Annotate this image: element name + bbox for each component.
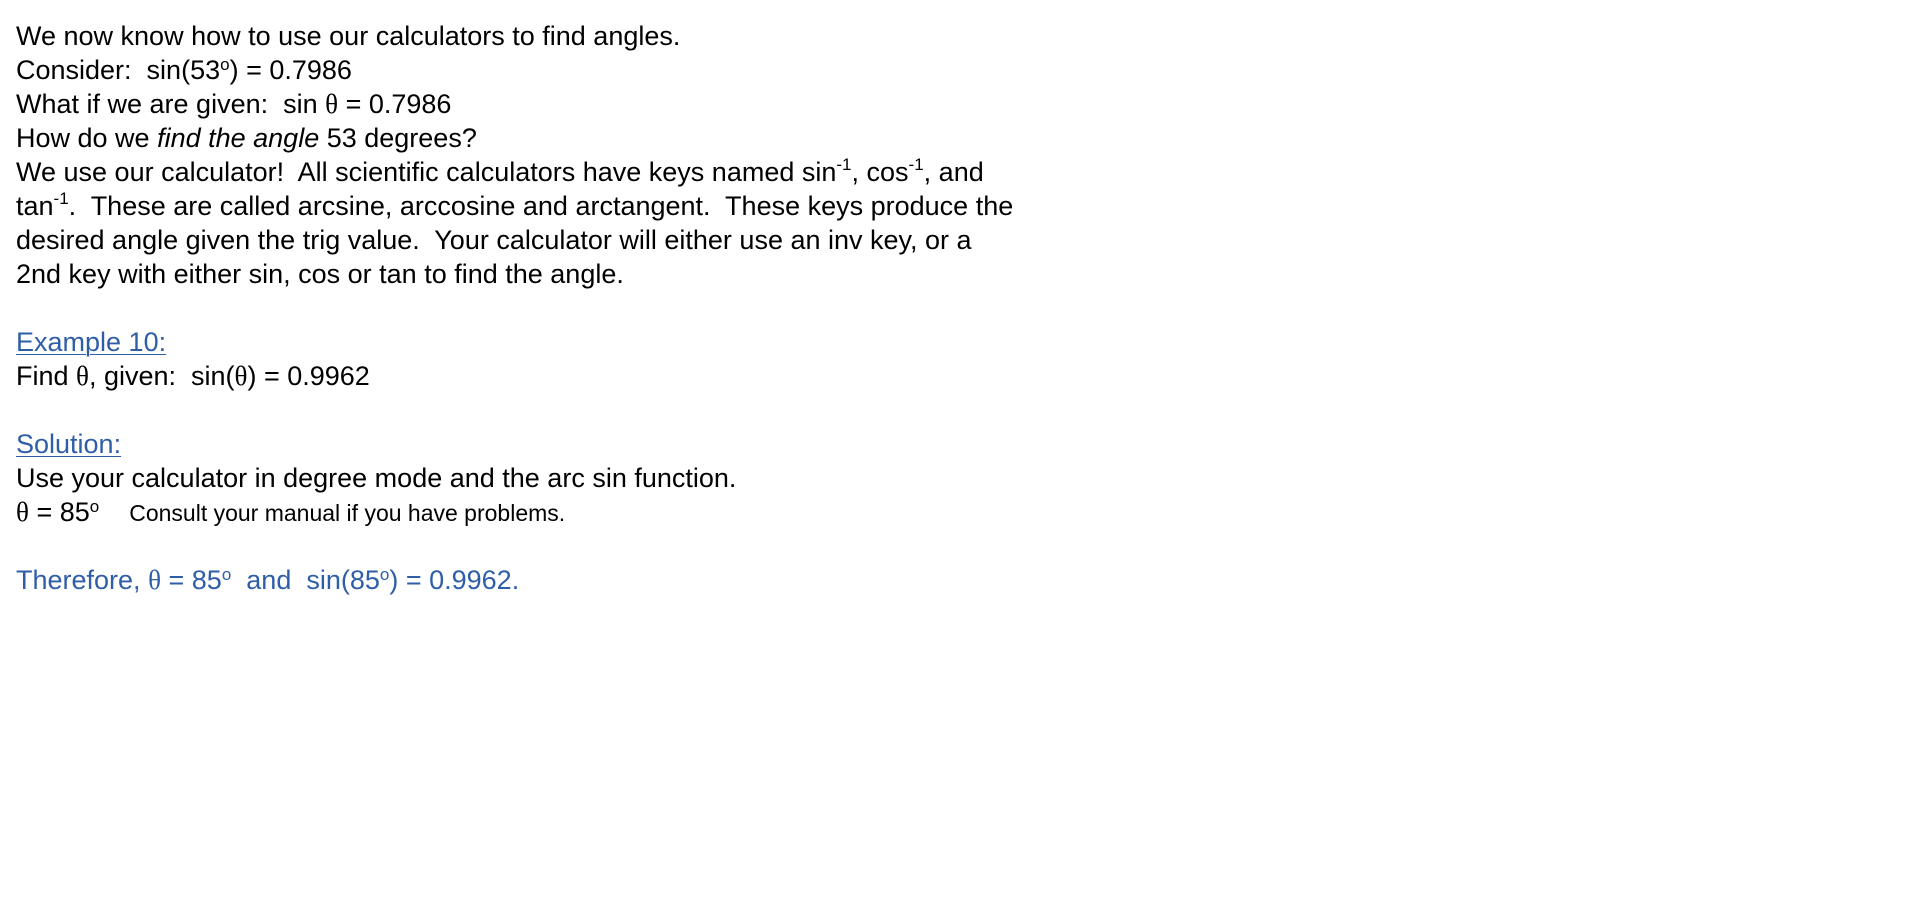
inverse-superscript: -1 — [908, 155, 924, 174]
conclusion-text: Therefore, — [16, 565, 149, 595]
question-text: How do we — [16, 123, 158, 153]
paragraph-line-4: 2nd key with either sin, cos or tan to f… — [16, 257, 1116, 291]
intro-text: We now know how to use our calculators t… — [16, 21, 681, 51]
solution-instruction-line: Use your calculator in degree mode and t… — [16, 461, 1116, 495]
solution-heading-line: Solution: — [16, 427, 1116, 461]
solution-result-line: θ = 85o Consult your manual if you have p… — [16, 495, 1116, 529]
question-emphasis: find the angle — [157, 123, 320, 153]
paragraph-text: , and — [923, 157, 984, 187]
consider-text: Consider: sin(53 — [16, 55, 221, 85]
intro-line: We now know how to use our calculators t… — [16, 19, 1116, 53]
question-line: How do we find the angle 53 degrees? — [16, 121, 1116, 155]
example-value: ) = 0.9962 — [247, 361, 370, 391]
degree-symbol: o — [220, 55, 230, 74]
conclusion-value: ) = 0.9962. — [389, 565, 520, 595]
theta-symbol: θ — [325, 89, 339, 119]
paragraph-text: 2nd key with either sin, cos or tan to f… — [16, 259, 624, 289]
paragraph-text: tan — [16, 191, 54, 221]
theta-symbol: θ — [16, 497, 29, 527]
paragraph-text: . These are called arcsine, arccosine an… — [68, 191, 1014, 221]
conclusion-text: = 85 — [161, 565, 222, 595]
solution-heading: Solution: — [16, 429, 122, 459]
example-heading-line: Example 10: — [16, 325, 1116, 359]
paragraph-line-3: desired angle given the trig value. Your… — [16, 223, 1116, 257]
given-value: = 0.7986 — [338, 89, 452, 119]
example-heading: Example 10: — [16, 327, 167, 357]
conclusion-text: and sin(85 — [231, 565, 380, 595]
paragraph-text: We use our calculator! All scientific ca… — [16, 157, 837, 187]
example-text: Find — [16, 361, 77, 391]
theta-symbol: θ — [148, 565, 161, 595]
degree-symbol: o — [89, 497, 100, 516]
solution-text: Use your calculator in degree mode and t… — [16, 463, 737, 493]
solution-result: = 85 — [28, 497, 90, 527]
degree-symbol: o — [379, 565, 390, 584]
paragraph-line-2: tan-1. These are called arcsine, arccosi… — [16, 189, 1116, 223]
paragraph-text: , cos — [851, 157, 909, 187]
question-end: 53 degrees? — [319, 123, 477, 153]
conclusion-line: Therefore, θ = 85o and sin(85o) = 0.9962… — [16, 563, 1116, 597]
consider-value: ) = 0.7986 — [229, 55, 352, 85]
inverse-superscript: -1 — [53, 189, 69, 208]
consider-line: Consider: sin(53o) = 0.7986 — [16, 53, 1116, 87]
inverse-superscript: -1 — [836, 155, 852, 174]
given-line: What if we are given: sin θ = 0.7986 — [16, 87, 1116, 121]
theta-symbol: θ — [234, 361, 248, 391]
degree-symbol: o — [221, 565, 232, 584]
manual-note: Consult your manual if you have problems… — [129, 500, 566, 526]
theta-symbol: θ — [76, 361, 89, 391]
paragraph-line-1: We use our calculator! All scientific ca… — [16, 155, 1116, 189]
document-page: We now know how to use our calculators t… — [16, 19, 1116, 597]
given-text: What if we are given: sin — [16, 89, 326, 119]
example-problem-line: Find θ, given: sin(θ) = 0.9962 — [16, 359, 1116, 393]
paragraph-text: desired angle given the trig value. Your… — [16, 225, 972, 255]
example-text: , given: sin( — [88, 361, 235, 391]
